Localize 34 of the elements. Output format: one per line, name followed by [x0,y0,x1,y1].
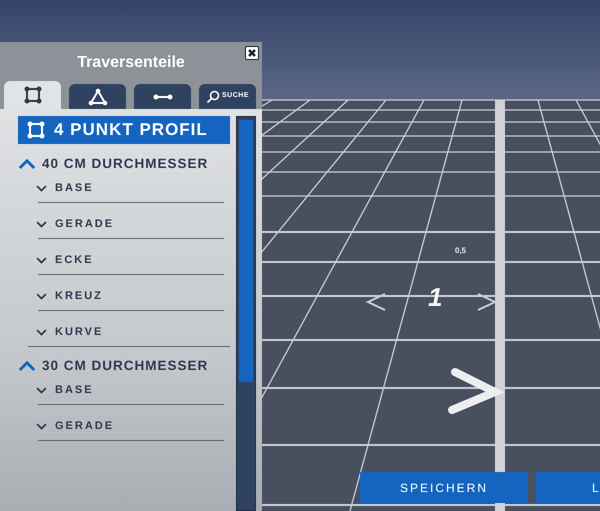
tree-item[interactable]: BASE [36,176,230,202]
chevron-down-icon [36,221,47,228]
triangle-frame-icon [88,88,108,106]
tree-item[interactable]: KREUZ [36,284,230,310]
tree-item[interactable]: GERADE [36,414,230,440]
tab[interactable] [4,81,61,109]
chevron-up-icon [18,159,36,170]
tree-group[interactable]: 40 CM DURCHMESSER [18,154,230,176]
action-button[interactable]: L [536,472,600,503]
tree-item[interactable]: GERADE [36,212,230,238]
action-button[interactable]: SPEICHERN [360,472,528,503]
scrollbar[interactable] [236,116,256,511]
chevron-down-icon [36,423,47,430]
close-button[interactable] [245,46,259,60]
chevron-down-icon [36,185,47,192]
scrollbar-thumb[interactable] [239,120,253,382]
tree-item[interactable]: BASE [36,378,230,404]
chevron-down-icon [36,293,47,300]
tab[interactable] [134,84,191,109]
chevron-down-icon [36,257,47,264]
tree-group[interactable]: 30 CM DURCHMESSER [18,356,230,378]
line-segment-icon [152,92,172,100]
distance-label: 0,5 [455,245,466,257]
square-frame-icon [26,120,46,140]
tree-item[interactable]: ECKE [36,248,230,274]
category-header: 4 PUNKT PROFIL [18,116,230,144]
search-icon [206,90,220,104]
tree-item[interactable]: KURVE [36,320,230,346]
chevron-down-icon [36,329,47,336]
square-frame-icon [22,85,42,105]
panel-title: Traversenteile [76,53,186,73]
chevron-up-icon [18,361,36,372]
tab[interactable] [69,84,126,109]
chevron-down-icon [36,387,47,394]
